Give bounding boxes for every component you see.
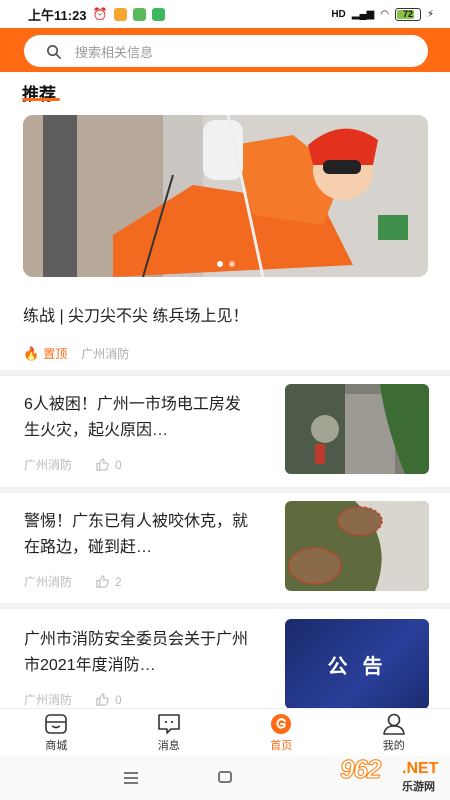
pinned-label: 置顶 — [43, 347, 68, 361]
news-meta: 广州消防 0 — [24, 691, 122, 708]
profile-icon — [382, 713, 405, 735]
home-logo-icon — [271, 713, 292, 734]
tab-home[interactable]: 首页 — [225, 709, 338, 756]
watermark-net: .NET — [402, 760, 439, 777]
tab-profile[interactable]: 我的 — [338, 709, 450, 756]
thumbs-up-icon — [96, 693, 109, 706]
tab-label: 商城 — [45, 739, 68, 752]
charging-icon: ⚡ — [426, 8, 434, 20]
carousel-dots — [23, 261, 428, 267]
section-title[interactable]: 推荐 — [22, 80, 56, 105]
status-bar: 上午11:23 ⏰ HD ▂▄▆ ◠ 72 ⚡ — [0, 0, 450, 28]
divider — [0, 487, 450, 493]
news-source: 广州消防 — [24, 458, 73, 472]
fire-icon: 🔥 — [23, 345, 40, 361]
like-button[interactable]: 0 — [96, 693, 122, 707]
signal-icon: ▂▄▆ — [351, 8, 375, 20]
hero-banner-image[interactable] — [23, 115, 428, 277]
watermark-subtitle: 乐游网 — [402, 781, 435, 793]
home-icon[interactable] — [218, 771, 232, 783]
hero-title[interactable]: 练战 | 尖刀尖不尖 练兵场上见！ — [23, 302, 249, 326]
like-count: 2 — [115, 574, 122, 589]
list-item[interactable]: 警惕！广东已有人被咬休克，就在路边，碰到赶… 广州消防 2 — [0, 501, 450, 611]
wechat-notification-icon — [132, 7, 146, 21]
menu-icon[interactable] — [124, 772, 138, 787]
app-header: 搜索相关信息 — [0, 28, 450, 72]
hero-meta: 🔥 置顶 广州消防 — [23, 345, 129, 362]
divider — [0, 370, 450, 376]
app-notification-icon — [113, 7, 127, 21]
shop-icon — [45, 713, 68, 734]
thumbs-up-icon — [96, 458, 109, 471]
bottom-tab-bar: 商城 消息 首页 我的 — [0, 708, 450, 756]
alarm-icon: ⏰ — [92, 7, 108, 21]
search-icon — [47, 44, 61, 59]
news-thumbnail[interactable] — [285, 384, 429, 474]
like-button[interactable]: 2 — [96, 575, 122, 589]
news-title[interactable]: 广州市消防安全委员会关于广州市2021年度消防… — [24, 627, 254, 679]
fire-scene-photo — [285, 384, 429, 474]
wifi-icon: ◠ — [380, 8, 389, 20]
tab-shop[interactable]: 商城 — [0, 709, 113, 756]
like-count: 0 — [115, 692, 122, 707]
news-thumbnail[interactable]: 公 告 — [285, 619, 429, 709]
battery-level: 72 — [402, 9, 413, 19]
news-title[interactable]: 警惕！广东已有人被咬休克，就在路边，碰到赶… — [24, 509, 254, 561]
news-meta: 广州消防 0 — [24, 456, 122, 473]
battery-icon: 72 — [394, 7, 421, 21]
like-button[interactable]: 0 — [96, 458, 122, 472]
news-meta: 广州消防 2 — [24, 573, 122, 590]
news-source: 广州消防 — [24, 693, 73, 707]
news-source: 广州消防 — [24, 575, 73, 589]
firefighter-photo — [23, 115, 428, 277]
status-time: 上午11:23 — [28, 7, 87, 23]
divider — [0, 603, 450, 609]
chat-notification-icon — [151, 7, 165, 21]
section-underline — [22, 98, 60, 101]
news-thumbnail[interactable] — [285, 501, 429, 591]
like-count: 0 — [115, 457, 122, 472]
carousel-dot[interactable] — [228, 261, 235, 267]
network-type-label: HD — [331, 8, 346, 20]
list-item[interactable]: 6人被困！广州一市场电工房发生火灾，起火原因… 广州消防 0 — [0, 384, 450, 494]
watermark-number: 962 — [339, 754, 381, 785]
search-bar[interactable]: 搜索相关信息 — [24, 35, 428, 67]
news-title[interactable]: 6人被困！广州一市场电工房发生火灾，起火原因… — [24, 392, 254, 444]
search-placeholder: 搜索相关信息 — [75, 44, 154, 60]
watermark-logo: 962 .NET 乐游网 — [318, 752, 448, 798]
announcement-label: 公 告 — [327, 653, 387, 678]
hero-source: 广州消防 — [81, 347, 130, 361]
carousel-dot-active[interactable] — [216, 261, 223, 267]
tab-label: 我的 — [382, 739, 405, 752]
thumbs-up-icon — [96, 575, 109, 588]
tab-label: 首页 — [270, 739, 293, 752]
message-icon — [157, 713, 180, 734]
tab-label: 消息 — [157, 739, 180, 752]
tab-messages[interactable]: 消息 — [113, 709, 226, 756]
ant-nest-photo — [285, 501, 429, 591]
